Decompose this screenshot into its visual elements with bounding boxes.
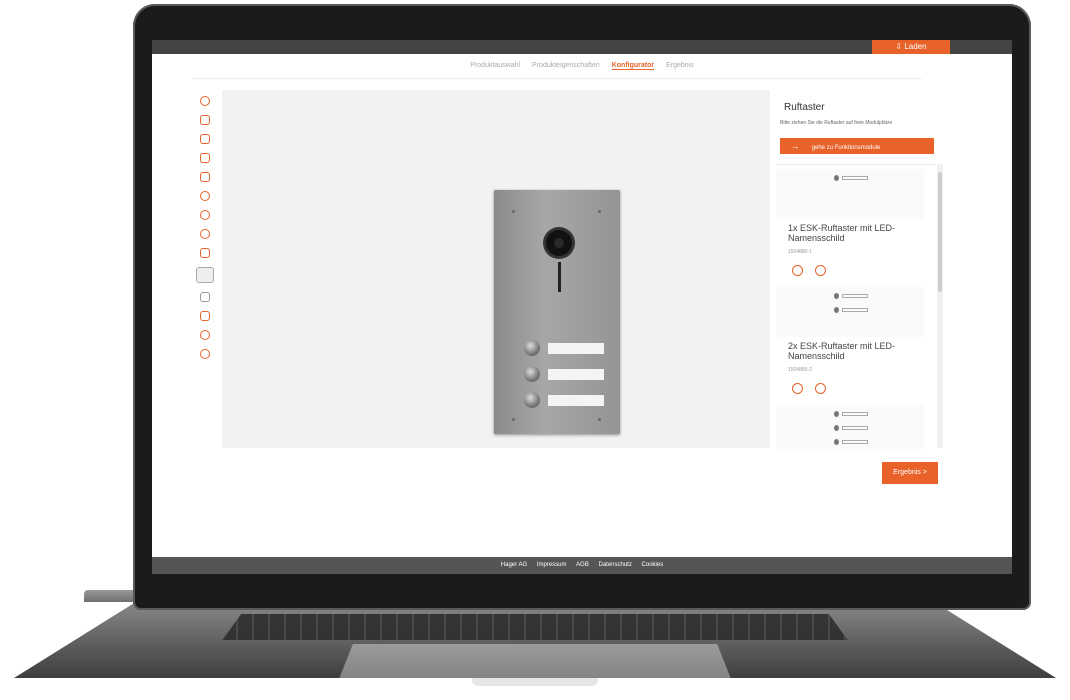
screw [598,210,601,213]
footer: Hager AG Impressum AGB Datenschutz Cooki… [152,557,1012,574]
mini-button [834,411,874,417]
panel-title: Ruftaster [784,102,825,113]
screw [598,418,601,421]
module-icon[interactable] [200,210,210,220]
laden-button[interactable]: ⇩ Laden [872,40,950,54]
list-item[interactable]: 1x ESK-Ruftaster mit LED-Namensschild 15… [776,165,936,283]
grid-icon[interactable] [196,267,214,283]
expand-icon[interactable] [200,292,210,302]
top-bar: ⇩ Laden [152,40,1012,54]
module-panel: Ruftaster Bitte ziehen Sie die Ruftaster… [776,90,944,449]
screw [512,418,515,421]
item-title: 1x ESK-Ruftaster mit LED-Namensschild [788,223,896,243]
footer-link-datenschutz[interactable]: Datenschutz [599,562,632,568]
goto-function-modules-button[interactable]: → gehe zu Funktionsmodule [780,138,934,154]
call-button-row[interactable] [524,340,608,356]
tab-konfigurator[interactable]: Konfigurator [611,62,655,70]
tab-produkteigenschaften[interactable]: Produkteigenschaften [532,62,600,69]
cube-icon[interactable] [200,115,210,125]
footer-link-cookies[interactable]: Cookies [642,562,664,568]
bell-button[interactable] [524,340,540,356]
configurator-canvas [222,90,770,448]
bell-button[interactable] [524,392,540,408]
item-code: 1504880-2 [788,367,812,373]
name-label [548,369,604,380]
laptop-screen: ⇩ Laden Produktauswahl Produkteigenschaf… [152,40,1012,574]
front-notch [472,678,598,686]
mini-button [834,307,874,313]
display-icon[interactable] [200,172,210,182]
bell-button[interactable] [524,366,540,382]
mini-button [834,425,874,431]
mini-button [834,439,874,445]
tab-bar: Produktauswahl Produkteigenschaften Konf… [152,62,1012,76]
scroll-thumb[interactable] [938,172,942,292]
add-icon[interactable] [815,265,826,276]
item-title: 2x ESK-Ruftaster mit LED-Namensschild [788,341,896,361]
lock-icon[interactable] [200,248,210,258]
module-preview [776,169,924,219]
camera-module[interactable] [546,230,572,256]
link-icon[interactable] [200,330,210,340]
module-list: 1x ESK-Ruftaster mit LED-Namensschild 15… [776,164,936,449]
camera-lens [554,238,564,248]
panel-description: Bitte ziehen Sie die Ruftaster auf freie… [780,120,893,126]
module-preview [776,405,924,449]
goto-button-label: gehe zu Funktionsmodule [811,145,881,151]
tab-divider [192,78,922,79]
item-actions [792,263,838,281]
info-icon[interactable] [792,265,803,276]
camera-icon[interactable] [200,134,210,144]
mini-button [834,293,874,299]
footer-link-impressum[interactable]: Impressum [537,562,567,568]
tool-sidebar [196,96,214,368]
tab-ergebnis[interactable]: Ergebnis [666,62,694,69]
keyboard [222,614,848,640]
move-icon[interactable] [200,96,210,106]
info-icon[interactable] [792,383,803,394]
list-item[interactable] [776,401,936,449]
name-label [548,343,604,354]
module-icon[interactable] [200,191,210,201]
mini-button [834,175,874,181]
frame-icon[interactable] [200,311,210,321]
arrow-right-icon: → [790,141,800,151]
footer-link-hager[interactable]: Hager AG [501,562,527,568]
item-actions [792,381,838,399]
laptop-deck [14,600,1056,678]
footer-link-agb[interactable]: AGB [576,562,589,568]
clock-icon[interactable] [200,349,210,359]
list-scrollbar[interactable] [937,164,943,448]
module-preview [776,287,924,337]
microphone-slot [558,262,561,292]
call-button-row[interactable] [524,392,608,408]
door-station-panel [494,190,620,434]
name-label [548,395,604,406]
tab-produktauswahl[interactable]: Produktauswahl [470,62,520,69]
item-code: 1504880-1 [788,249,812,255]
module-icon[interactable] [200,229,210,239]
speaker-icon[interactable] [200,153,210,163]
ergebnis-button[interactable]: Ergebnis > [882,462,938,484]
list-item[interactable]: 2x ESK-Ruftaster mit LED-Namensschild 15… [776,283,936,401]
add-icon[interactable] [815,383,826,394]
screw [512,210,515,213]
call-button-row[interactable] [524,366,608,382]
